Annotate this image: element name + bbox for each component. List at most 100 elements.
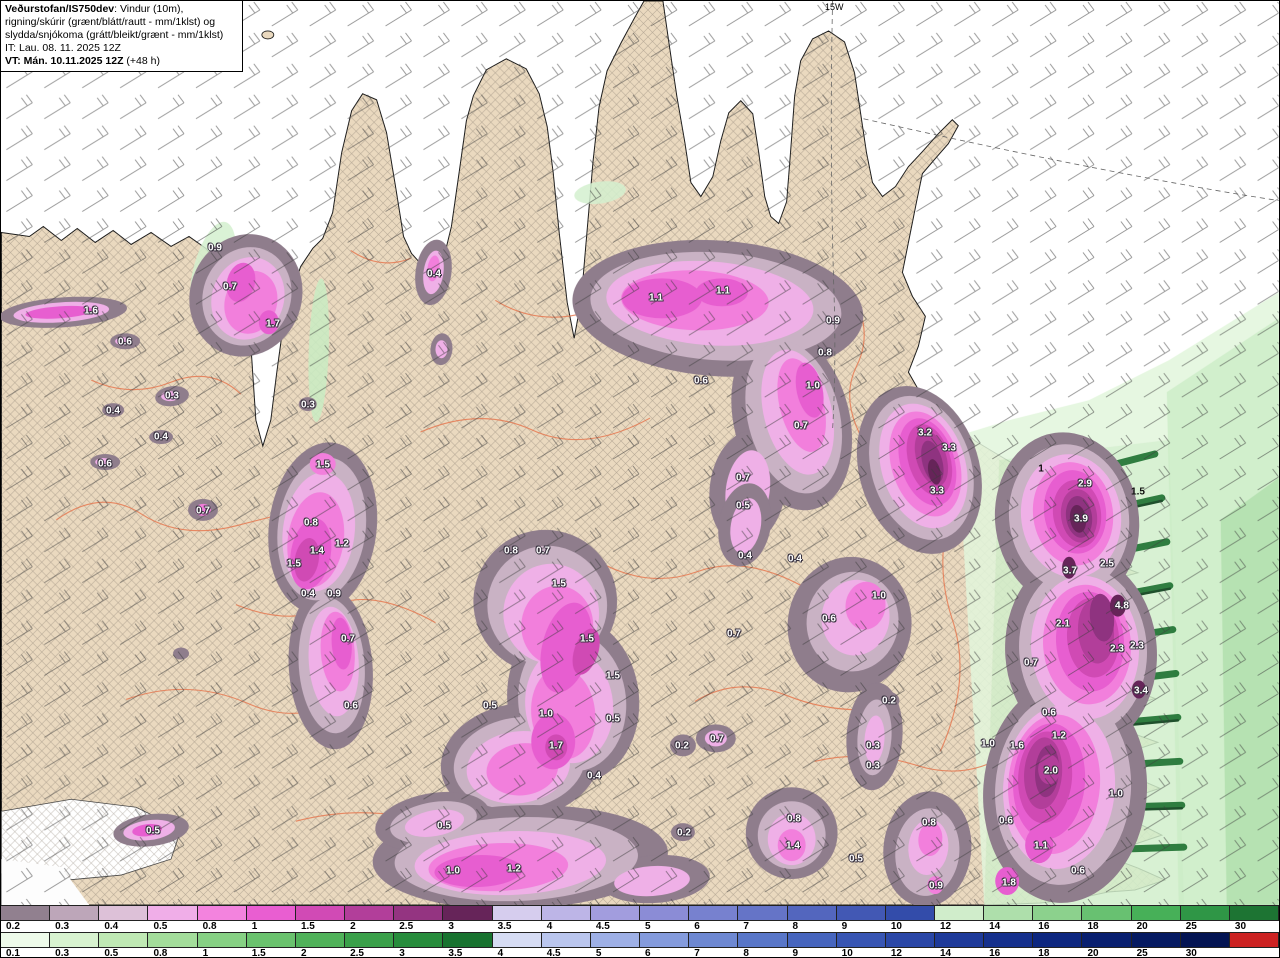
legend-value: 1 [251,921,258,932]
legend-value: 5 [595,948,602,958]
legend-value: 2 [350,921,356,932]
legend-value: 0.8 [202,921,217,932]
legend-swatch [590,906,641,920]
map-area: 1.6 0.6 0.9 0.7 1.7 0.3 0.4 0.4 0.6 0.7 0.4 0.3 1.5 0… [1,1,1279,905]
legend-swatch [345,933,395,947]
legend-value: 3 [448,921,454,932]
legend-swatch [640,906,690,920]
legend-value: 9 [792,948,799,958]
legend-swatch [394,933,444,947]
legend-swatch [541,906,591,920]
weather-map-page: 1.6 0.6 0.9 0.7 1.7 0.3 0.4 0.4 0.6 0.7 0.4 0.3 1.5 0… [0,0,1280,958]
rain-colorbar-labels: 0.1 0.3 0.5 0.8 1 1.5 2 2.5 3 3.5 4 4.5 5 6 7 8 9 10 12 14 1… [1,948,1279,958]
legend-value: 0.8 [153,948,168,958]
legend-value: 3.5 [497,921,512,932]
legend-swatch [443,933,493,947]
legend-value: 0.4 [104,921,119,932]
legend-value: 1.5 [300,921,315,932]
legend-swatch [934,933,985,947]
legend-value: 1.5 [251,948,266,958]
legend-value: 10 [841,948,853,958]
legend-value: 1 [202,948,209,958]
title-rest: : Vindur (10m), [114,3,184,15]
legend: 0.2 0.3 0.4 0.5 0.8 1 1.5 2 2.5 3 3.5 4 4.5 5 6 7 8 9 10 12… [1,905,1279,958]
legend-swatch [295,933,346,947]
legend-value: 3.5 [448,948,463,958]
legend-value: 6 [645,948,651,958]
legend-value: 4 [497,948,504,958]
legend-swatch [640,933,690,947]
legend-value: 30 [1185,948,1197,958]
legend-value: 6 [694,921,700,932]
valid-time-offset: (+48 h) [123,55,160,67]
meridian-label: 15W [825,2,844,12]
legend-value: 2 [300,948,307,958]
legend-value: 0.5 [104,948,119,958]
legend-value: 4 [546,921,553,932]
snow-colorbar [1,905,1279,921]
legend-value: 14 [939,948,952,958]
legend-swatch [443,906,493,920]
snow-legend-row: 0.2 0.3 0.4 0.5 0.8 1 1.5 2 2.5 3 3.5 4 4.5 5 6 7 8 9 10 12… [1,905,1279,932]
legend-swatch [50,933,100,947]
legend-value: 10 [890,921,902,932]
legend-value: 0.1 [6,948,20,958]
legend-swatch [1180,933,1230,947]
legend-swatch [148,906,198,920]
legend-swatch [1131,933,1181,947]
legend-swatch [541,933,591,947]
legend-swatch [1033,906,1083,920]
legend-value: 18 [1038,948,1050,958]
legend-swatch [246,906,296,920]
legend-value: 25 [1136,948,1148,958]
legend-swatch [885,906,935,920]
legend-value: 8 [792,921,799,932]
legend-swatch [99,933,149,947]
legend-value: 7 [743,921,749,932]
legend-value: 20 [1136,921,1148,932]
legend-value: 5 [645,921,651,932]
legend-swatch [1229,906,1279,920]
legend-swatch [738,933,788,947]
legend-value: 20 [1087,948,1099,958]
legend-swatch [738,906,788,920]
title-box: Veðurstofan/IS750dev: Vindur (10m), rign… [1,1,243,72]
legend-swatch [1131,906,1181,920]
legend-value: 18 [1087,921,1099,932]
legend-swatch [295,906,346,920]
product-name: Veðurstofan/IS750dev [5,3,115,15]
legend-swatch [984,906,1034,920]
init-time: IT: Lau. 08. 11. 2025 12Z [5,42,121,54]
legend-swatch [345,906,395,920]
title-line: Veðurstofan/IS750dev: Vindur (10m), [5,3,238,16]
rain-legend-row: 0.1 0.3 0.5 0.8 1 1.5 2 2.5 3 3.5 4 4.5 5 6 7 8 9 10 12 14 1… [1,932,1279,958]
legend-swatch [787,906,837,920]
rain-colorbar [1,932,1279,948]
legend-value: 12 [939,921,952,932]
legend-swatch [590,933,641,947]
legend-swatch [1033,933,1083,947]
legend-swatch [394,906,444,920]
legend-swatch [836,906,886,920]
valid-time-line: VT: Mán. 10.11.2025 12Z (+48 h) [5,55,238,68]
legend-swatch [1,906,51,920]
legend-swatch [984,933,1034,947]
legend-value: 16 [1038,921,1050,932]
weather-map-canvas [1,1,1279,905]
legend-swatch [492,933,542,947]
legend-swatch [99,906,149,920]
legend-value: 0.2 [6,921,20,932]
legend-value: 30 [1234,921,1247,932]
legend-value: 2.5 [350,948,364,958]
legend-value: 12 [890,948,902,958]
legend-swatch [1229,933,1279,947]
legend-value: 25 [1185,921,1197,932]
legend-value: 2.5 [399,921,414,932]
subtitle-snow: slydda/snjókoma (grátt/bleikt/grænt - mm… [5,29,224,41]
legend-value: 3 [399,948,405,958]
legend-swatch [934,906,985,920]
legend-swatch [1082,933,1132,947]
snow-colorbar-labels: 0.2 0.3 0.4 0.5 0.8 1 1.5 2 2.5 3 3.5 4 4.5 5 6 7 8 9 10 12… [1,921,1279,932]
legend-swatch [836,933,886,947]
legend-swatch [197,906,247,920]
